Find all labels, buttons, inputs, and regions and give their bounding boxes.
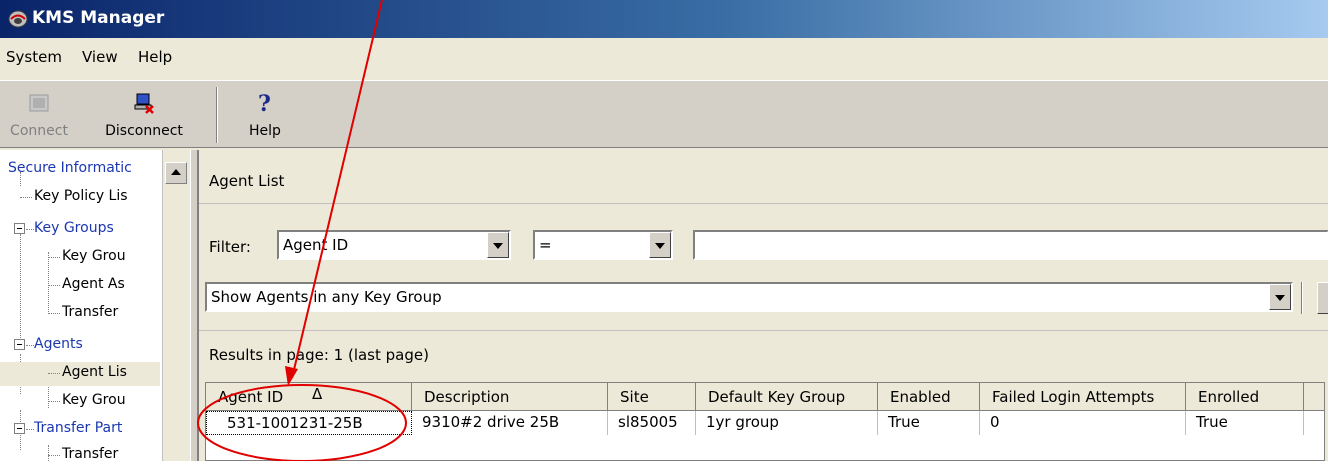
- tree-item-key-groups[interactable]: Key Groups: [0, 218, 160, 242]
- cell-description[interactable]: 9310#2 drive 25B: [412, 411, 608, 435]
- collapse-icon[interactable]: [14, 339, 25, 350]
- cell-site[interactable]: sl85005: [608, 411, 696, 435]
- menu-help[interactable]: Help: [138, 48, 172, 66]
- pane-title: Agent List: [209, 172, 285, 190]
- cell-default-key-group[interactable]: 1yr group: [696, 411, 878, 435]
- tree-item-agents[interactable]: Agents: [0, 334, 160, 358]
- filter-value-input[interactable]: [693, 230, 1328, 260]
- column-header-failed-login-attempts[interactable]: Failed Login Attempts: [980, 383, 1186, 411]
- column-header-filler: [1304, 383, 1324, 411]
- tree-item-key-policy-list[interactable]: Key Policy Lis: [0, 186, 160, 210]
- column-header-agent-id[interactable]: Agent ID Δ: [206, 383, 412, 411]
- tree-item-key-group-assignment[interactable]: Key Grou: [0, 390, 160, 414]
- divider: [199, 330, 1328, 331]
- menu-view[interactable]: View: [82, 48, 118, 66]
- help-label: Help: [249, 123, 281, 139]
- chevron-down-icon[interactable]: [1269, 284, 1291, 310]
- disconnect-icon: [134, 93, 154, 114]
- pane-splitter[interactable]: [190, 150, 198, 461]
- app-logo-icon: [8, 10, 28, 28]
- tree-item-agent-list[interactable]: Agent Lis: [0, 362, 160, 386]
- column-header-enabled[interactable]: Enabled: [878, 383, 980, 411]
- filter-button[interactable]: [1317, 282, 1328, 314]
- disconnect-label: Disconnect: [105, 123, 183, 139]
- sort-ascending-icon: Δ: [312, 385, 323, 403]
- column-header-enrolled[interactable]: Enrolled: [1186, 383, 1304, 411]
- column-header-description[interactable]: Description: [412, 383, 608, 411]
- tree-item-transfer-partners[interactable]: Transfer Part: [0, 418, 160, 442]
- cell-enrolled[interactable]: True: [1186, 411, 1304, 435]
- filter-operator-select[interactable]: =: [533, 230, 673, 260]
- tree-scrollbar[interactable]: [162, 150, 190, 461]
- cell-enabled[interactable]: True: [878, 411, 980, 435]
- cell-failed-login-attempts[interactable]: 0: [980, 411, 1186, 435]
- chevron-down-icon[interactable]: [649, 232, 671, 258]
- toolbar-separator: [216, 87, 218, 143]
- agent-table: Agent ID Δ Description Site Default Key …: [205, 382, 1325, 461]
- tree-item-secure-information[interactable]: Secure Informatic: [0, 158, 160, 182]
- menu-system[interactable]: System: [6, 48, 62, 66]
- agent-list-pane: Agent List Filter: Agent ID = Show Agent…: [198, 150, 1328, 461]
- help-icon: ?: [258, 91, 271, 115]
- title-bar: KMS Manager: [0, 0, 1328, 38]
- tree-item-transfer[interactable]: Transfer: [0, 302, 160, 326]
- tree-item-transfer-partner-list[interactable]: Transfer: [0, 444, 160, 461]
- tree-item-key-group-list[interactable]: Key Grou: [0, 246, 160, 270]
- separator: [1301, 282, 1303, 314]
- toolbar: Connect Disconnect ? Help: [0, 80, 1328, 148]
- key-group-filter-select[interactable]: Show Agents in any Key Group: [205, 282, 1293, 312]
- collapse-icon[interactable]: [14, 423, 25, 434]
- pane-header: Agent List: [199, 158, 1328, 204]
- window-title: KMS Manager: [32, 8, 165, 28]
- connect-label: Connect: [10, 123, 68, 139]
- svg-text:?: ?: [258, 91, 271, 115]
- results-label: Results in page: 1 (last page): [209, 346, 429, 364]
- connect-icon: [29, 94, 49, 112]
- scroll-up-icon[interactable]: [165, 162, 187, 184]
- filter-label: Filter:: [209, 238, 251, 256]
- menu-bar: System View Help: [0, 38, 1328, 80]
- filter-field-select[interactable]: Agent ID: [277, 230, 511, 260]
- cell-agent-id[interactable]: 531-1001231-25B: [206, 411, 412, 435]
- help-button[interactable]: ? Help: [230, 85, 300, 145]
- chevron-down-icon[interactable]: [487, 232, 509, 258]
- collapse-icon[interactable]: [14, 223, 25, 234]
- tree-item-agent-assignment[interactable]: Agent As: [0, 274, 160, 298]
- connect-button[interactable]: Connect: [2, 85, 76, 145]
- column-header-site[interactable]: Site: [608, 383, 696, 411]
- column-header-default-key-group[interactable]: Default Key Group: [696, 383, 878, 411]
- disconnect-button[interactable]: Disconnect: [78, 85, 210, 145]
